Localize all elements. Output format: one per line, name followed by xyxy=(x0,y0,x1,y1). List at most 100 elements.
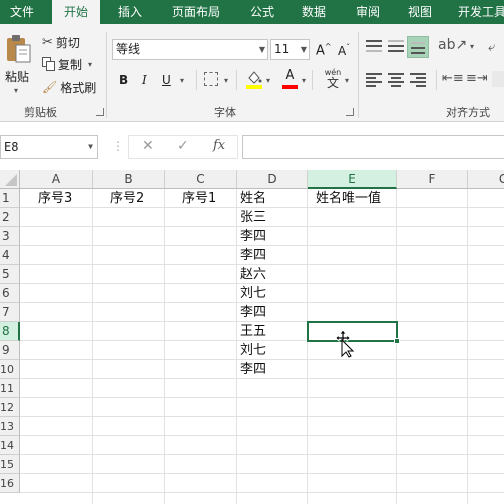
insert-function-icon[interactable]: fx xyxy=(213,138,225,153)
gridline xyxy=(164,189,165,504)
increase-indent-icon[interactable]: ≡⇥ xyxy=(466,71,488,86)
align-left-icon[interactable] xyxy=(366,73,382,87)
enter-icon[interactable]: ✓ xyxy=(177,138,189,154)
phonetic-guide-icon[interactable]: wén 文 xyxy=(321,68,345,92)
italic-button[interactable]: I xyxy=(142,73,147,87)
column-header-e[interactable]: E xyxy=(308,170,397,189)
cell-d3[interactable]: 李四 xyxy=(240,227,266,246)
format-painter-button[interactable]: 🖌 格式刷 xyxy=(42,77,96,97)
cell-d2[interactable]: 张三 xyxy=(240,208,266,227)
row-header-4[interactable]: 4 xyxy=(0,246,20,265)
column-header-f[interactable]: F xyxy=(397,170,468,189)
row-header-11[interactable]: 11 xyxy=(0,379,20,398)
merge-center-icon[interactable] xyxy=(492,71,504,87)
cell-d9[interactable]: 刘七 xyxy=(240,341,266,360)
ribbon-tab-bar: 文件 开始 插入 页面布局 公式 数据 审阅 视图 开发工具 xyxy=(0,0,504,25)
font-size-combo[interactable]: 11 ▼ xyxy=(270,39,310,60)
tab-home[interactable]: 开始 xyxy=(52,0,100,25)
column-header-g[interactable]: G xyxy=(468,170,504,189)
cancel-icon[interactable]: ✕ xyxy=(142,138,154,154)
align-right-icon[interactable] xyxy=(410,73,426,87)
middle-align-icon[interactable] xyxy=(388,40,404,54)
font-launcher-icon[interactable] xyxy=(346,108,354,116)
row-header-8[interactable]: 8 xyxy=(0,322,20,341)
paste-dropdown-arrow-icon[interactable]: ▾ xyxy=(14,86,18,95)
gridline xyxy=(20,492,504,493)
fill-color-dropdown-icon[interactable]: ▾ xyxy=(266,76,270,85)
cell-e1[interactable]: 姓名唯一值 xyxy=(316,189,381,208)
phonetic-dropdown-icon[interactable]: ▾ xyxy=(345,76,349,85)
name-box[interactable]: E8 ▼ xyxy=(0,135,98,159)
copy-dropdown-arrow-icon[interactable]: ▾ xyxy=(88,60,92,69)
cut-button[interactable]: ✂ 剪切 xyxy=(42,32,80,52)
orientation-dropdown-icon[interactable]: ▾ xyxy=(470,42,474,51)
align-center-icon[interactable] xyxy=(388,73,404,87)
cell-d7[interactable]: 李四 xyxy=(240,303,266,322)
copy-icon xyxy=(42,57,55,71)
tab-insert[interactable]: 插入 xyxy=(108,0,152,24)
cell-c1[interactable]: 序号1 xyxy=(182,189,216,208)
fill-color-icon[interactable] xyxy=(245,69,263,89)
cell-d6[interactable]: 刘七 xyxy=(240,284,266,303)
clipboard-launcher-icon[interactable] xyxy=(96,108,104,116)
cell-d4[interactable]: 李四 xyxy=(240,246,266,265)
font-color-dropdown-icon[interactable]: ▾ xyxy=(302,76,306,85)
row-header-2[interactable]: 2 xyxy=(0,208,20,227)
cell-d10[interactable]: 李四 xyxy=(240,360,266,379)
row-header-14[interactable]: 14 xyxy=(0,436,20,455)
copy-button[interactable]: 复制 ▾ xyxy=(42,54,92,74)
row-header-3[interactable]: 3 xyxy=(0,227,20,246)
row-header-6[interactable]: 6 xyxy=(0,284,20,303)
row-header-13[interactable]: 13 xyxy=(0,417,20,436)
tab-developer[interactable]: 开发工具 xyxy=(452,0,504,24)
row-header-10[interactable]: 10 xyxy=(0,360,20,379)
tab-data[interactable]: 数据 xyxy=(292,0,336,24)
tab-formulas[interactable]: 公式 xyxy=(240,0,284,24)
name-box-dropdown-icon[interactable]: ▼ xyxy=(88,136,93,158)
gridline xyxy=(467,189,468,504)
column-header-a[interactable]: A xyxy=(20,170,93,189)
row-header-16[interactable]: 16 xyxy=(0,474,20,493)
underline-button[interactable]: U xyxy=(162,73,171,87)
decrease-indent-icon[interactable]: ⇤≡ xyxy=(442,71,464,86)
gridline xyxy=(20,454,504,455)
fill-handle[interactable] xyxy=(394,338,400,344)
tab-view[interactable]: 视图 xyxy=(398,0,442,24)
tab-review[interactable]: 审阅 xyxy=(346,0,390,24)
column-header-b[interactable]: B xyxy=(93,170,165,189)
cell-d8[interactable]: 王五 xyxy=(240,322,266,341)
cell-b1[interactable]: 序号2 xyxy=(110,189,144,208)
row-header-5[interactable]: 5 xyxy=(0,265,20,284)
group-divider xyxy=(106,32,107,118)
paste-button[interactable]: 粘贴 xyxy=(5,68,29,85)
row-header-12[interactable]: 12 xyxy=(0,398,20,417)
orientation-icon[interactable]: ab↗ xyxy=(438,37,467,53)
bold-button[interactable]: B xyxy=(119,73,128,87)
column-header-c[interactable]: C xyxy=(165,170,237,189)
decrease-font-size-icon[interactable]: Aˇ xyxy=(338,43,350,58)
borders-dropdown-icon[interactable]: ▾ xyxy=(224,76,228,85)
cell-d5[interactable]: 赵六 xyxy=(240,265,266,284)
underline-dropdown-icon[interactable]: ▾ xyxy=(180,76,184,85)
row-header-1[interactable]: 1 xyxy=(0,189,20,208)
column-header-d[interactable]: D xyxy=(237,170,308,189)
wrap-text-icon[interactable]: ⤶ xyxy=(488,40,504,56)
row-header-7[interactable]: 7 xyxy=(0,303,20,322)
format-painter-label: 格式刷 xyxy=(60,80,97,95)
font-name-combo[interactable]: 等线 ▼ xyxy=(112,39,268,60)
tab-page-layout[interactable]: 页面布局 xyxy=(164,0,228,24)
row-header-9[interactable]: 9 xyxy=(0,341,20,360)
cell-d1[interactable]: 姓名 xyxy=(240,189,266,208)
formula-input[interactable] xyxy=(242,135,504,159)
bottom-align-icon[interactable] xyxy=(407,36,429,58)
increase-font-size-icon[interactable]: A^ xyxy=(316,42,332,58)
worksheet-grid[interactable]: A B C D E F G 1 2 3 4 5 6 7 8 9 10 11 12… xyxy=(0,170,504,504)
borders-icon[interactable] xyxy=(204,72,218,86)
cell-a1[interactable]: 序号3 xyxy=(38,189,72,208)
select-all-button[interactable] xyxy=(0,170,20,189)
paste-icon[interactable] xyxy=(4,34,32,64)
row-header-15[interactable]: 15 xyxy=(0,455,20,474)
tab-file[interactable]: 文件 xyxy=(0,0,44,24)
top-align-icon[interactable] xyxy=(366,40,382,54)
font-color-icon[interactable]: A xyxy=(281,69,299,89)
